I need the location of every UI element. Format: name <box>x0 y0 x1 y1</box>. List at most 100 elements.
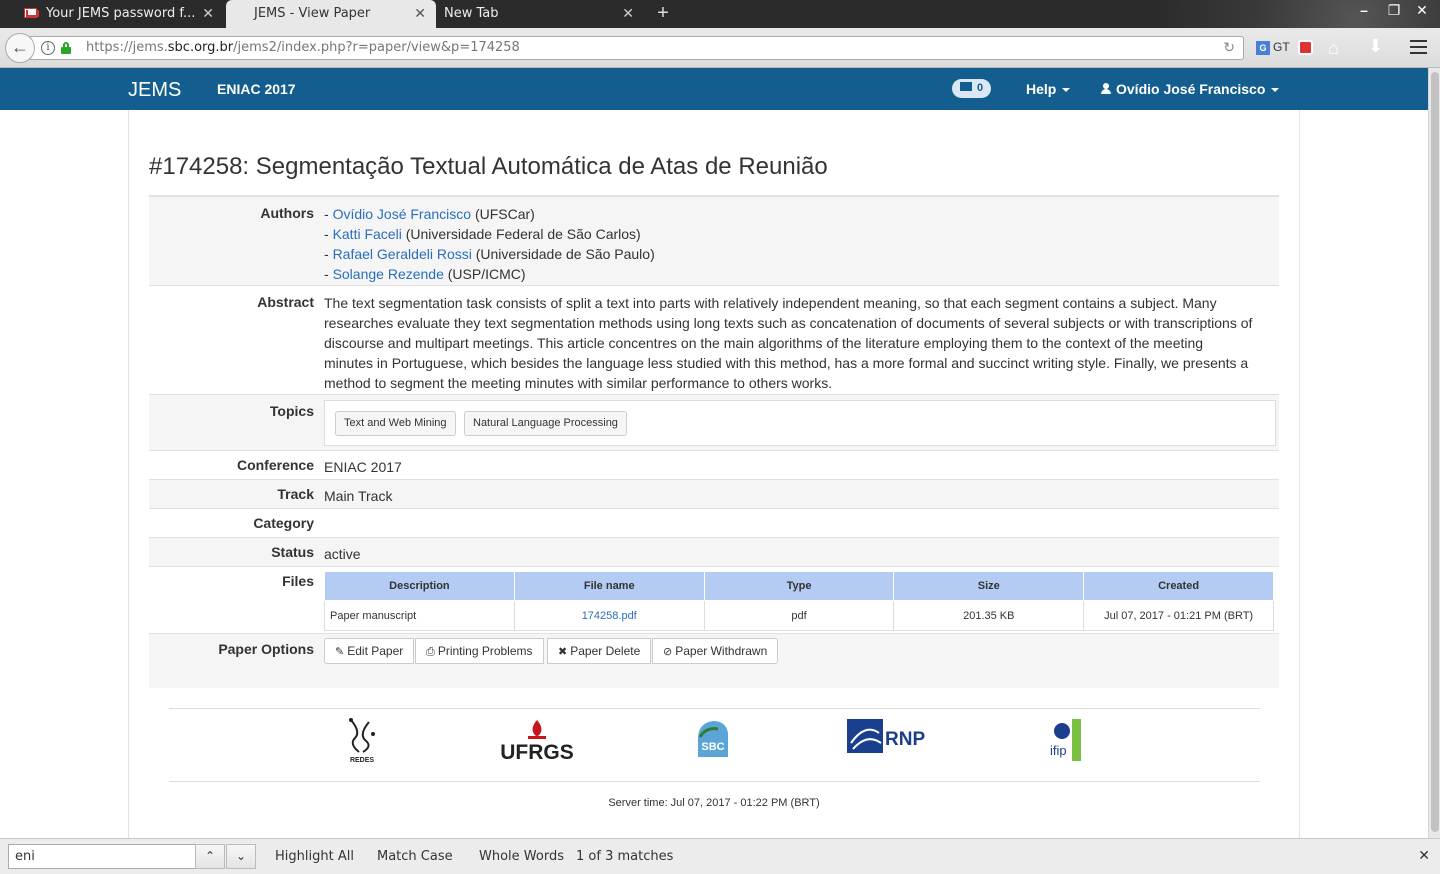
footer-divider <box>169 781 1260 782</box>
messages-count: 0 <box>977 82 984 94</box>
edit-paper-button[interactable]: ✎ Edit Paper <box>324 638 415 664</box>
page-title: #174258: Segmentação Textual Automática … <box>149 153 828 180</box>
gt-label[interactable]: GT <box>1273 40 1290 54</box>
close-tab-icon[interactable]: ✕ <box>622 0 634 28</box>
home-icon[interactable]: ⌂ <box>1328 38 1339 59</box>
author-item: - Solange Rezende (USP/ICMC) <box>324 266 526 282</box>
user-menu[interactable]: Ovídio José Francisco <box>1101 81 1280 97</box>
adblock-icon[interactable] <box>1298 40 1313 55</box>
browser-toolbar: i https://jems.sbc.org.br/jems2/index.ph… <box>0 28 1440 68</box>
lock-icon <box>61 42 71 54</box>
app-navbar: JEMS ENIAC 2017 0 Help Ovídio José Franc… <box>0 68 1428 110</box>
reload-icon[interactable]: ↻ <box>1223 39 1235 56</box>
tab-view-paper[interactable]: JEMS - View Paper ✕ <box>226 0 436 28</box>
abstract-line: discourse and multipart meetings. This a… <box>324 335 1204 351</box>
remove-icon: ✖ <box>558 646 568 658</box>
close-tab-icon[interactable]: ✕ <box>202 0 214 28</box>
status-label: Status <box>271 544 314 560</box>
google-translate-icon[interactable]: G <box>1256 41 1270 55</box>
author-link[interactable]: Ovídio José Francisco <box>333 206 472 222</box>
topics-box: Text and Web Mining Natural Language Pro… <box>324 400 1276 446</box>
printing-problems-button[interactable]: ⎙ Printing Problems <box>415 638 544 664</box>
user-icon <box>1101 83 1111 94</box>
file-size: 201.35 KB <box>893 600 1085 631</box>
minimize-icon[interactable]: – <box>1352 2 1376 18</box>
authors-list: - Ovídio José Francisco (UFSCar) - Katti… <box>324 204 655 284</box>
sbc-logo[interactable]: SBC <box>696 719 730 759</box>
ufrgs-text: UFRGS <box>500 741 574 764</box>
close-find-bar-icon[interactable]: ✕ <box>1418 848 1430 864</box>
hamburger-menu-icon[interactable] <box>1410 40 1427 54</box>
sbc-icon <box>698 721 728 757</box>
find-previous-button[interactable]: ⌃ <box>195 844 225 869</box>
topics-label: Topics <box>269 403 314 419</box>
file-download-link[interactable]: 174258.pdf <box>582 610 637 622</box>
topic-tag[interactable]: Natural Language Processing <box>464 411 627 436</box>
page-scrollbar[interactable] <box>1428 68 1440 838</box>
files-label: Files <box>282 573 314 589</box>
conference-link[interactable]: ENIAC 2017 <box>217 81 296 97</box>
file-description: Paper manuscript <box>324 600 515 631</box>
whole-words-option[interactable]: Whole Words <box>479 849 564 864</box>
author-link[interactable]: Katti Faceli <box>333 226 402 242</box>
abstract-line: researches evaluate they text segmentati… <box>324 315 1253 331</box>
info-icon[interactable]: i <box>41 41 55 55</box>
help-menu[interactable]: Help <box>1026 81 1071 97</box>
author-link[interactable]: Rafael Geraldeli Rossi <box>333 246 472 262</box>
url-text[interactable]: https://jems.sbc.org.br/jems2/index.php?… <box>86 40 520 55</box>
highlight-all-option[interactable]: Highlight All <box>275 849 354 864</box>
author-item: - Rafael Geraldeli Rossi (Universidade d… <box>324 246 655 262</box>
find-input[interactable] <box>8 844 196 869</box>
browser-tab-bar: Your JEMS password f... ✕ JEMS - View Pa… <box>0 0 1440 70</box>
ifip-logo[interactable]: ifip <box>1050 719 1084 761</box>
back-button[interactable]: ← <box>5 33 35 63</box>
paper-delete-button[interactable]: ✖ Paper Delete <box>547 638 652 664</box>
redes-icon <box>349 718 375 753</box>
abstract-line: method to segment the meeting minutes wi… <box>324 375 833 391</box>
ufrgs-logo[interactable]: UFRGS <box>500 718 574 764</box>
brand-logo[interactable]: JEMS <box>128 79 181 102</box>
tab-new-tab[interactable]: New Tab ✕ <box>422 0 644 28</box>
author-affiliation: (Universidade Federal de São Carlos) <box>405 226 641 242</box>
column-header: File name <box>513 571 705 601</box>
ban-icon: ⊘ <box>663 646 673 658</box>
author-affiliation: (USP/ICMC) <box>447 266 526 282</box>
column-header: Size <box>893 571 1085 601</box>
column-header: Created <box>1083 571 1274 601</box>
column-header: Description <box>324 571 515 601</box>
window-close-icon[interactable]: ✕ <box>1410 2 1434 19</box>
redes-logo[interactable]: REDES <box>347 718 377 764</box>
scrollbar-thumb[interactable] <box>1431 72 1439 832</box>
paper-options-row: Paper Options ✎ Edit Paper ⎙ Printing Prob… <box>149 633 1279 688</box>
match-case-option[interactable]: Match Case <box>377 849 453 864</box>
new-tab-button[interactable]: + <box>650 0 676 28</box>
topic-tag[interactable]: Text and Web Mining <box>335 411 456 436</box>
rnp-logo[interactable]: RNP <box>847 719 925 755</box>
paper-options-label: Paper Options <box>218 641 314 657</box>
tab-title: Your JEMS password f... <box>46 6 196 21</box>
abstract-text: The text segmentation task consists of s… <box>324 293 1279 393</box>
column-header: Type <box>703 571 895 601</box>
find-next-button[interactable]: ⌄ <box>226 844 256 869</box>
author-affiliation: (Universidade de São Paulo) <box>475 246 655 262</box>
track-row: Track Main Track <box>149 479 1279 508</box>
paper-withdrawn-button[interactable]: ⊘ Paper Withdrawn <box>652 638 779 664</box>
author-item: - Ovídio José Francisco (UFSCar) <box>324 206 535 222</box>
authors-row: Authors - Ovídio José Francisco (UFSCar)… <box>149 196 1279 285</box>
page-viewport: JEMS ENIAC 2017 0 Help Ovídio José Franc… <box>0 68 1428 838</box>
conference-row: Conference ENIAC 2017 <box>149 450 1279 479</box>
restore-icon[interactable]: ❐ <box>1382 2 1406 19</box>
rnp-icon <box>847 719 883 753</box>
envelope-icon <box>960 82 972 91</box>
abstract-label: Abstract <box>257 294 314 310</box>
sbc-text: SBC <box>701 741 725 753</box>
abstract-line: The text segmentation task consists of s… <box>324 295 1217 311</box>
author-link[interactable]: Solange Rezende <box>333 266 444 282</box>
tab-jems-password[interactable]: Your JEMS password f... ✕ <box>0 0 224 28</box>
category-label: Category <box>253 515 314 531</box>
url-bar[interactable]: i https://jems.sbc.org.br/jems2/index.ph… <box>30 36 1244 60</box>
messages-badge[interactable]: 0 <box>952 79 992 98</box>
ifip-text: ifip <box>1050 743 1067 758</box>
download-icon[interactable]: ⬇ <box>1368 36 1383 57</box>
file-type: pdf <box>703 600 895 631</box>
